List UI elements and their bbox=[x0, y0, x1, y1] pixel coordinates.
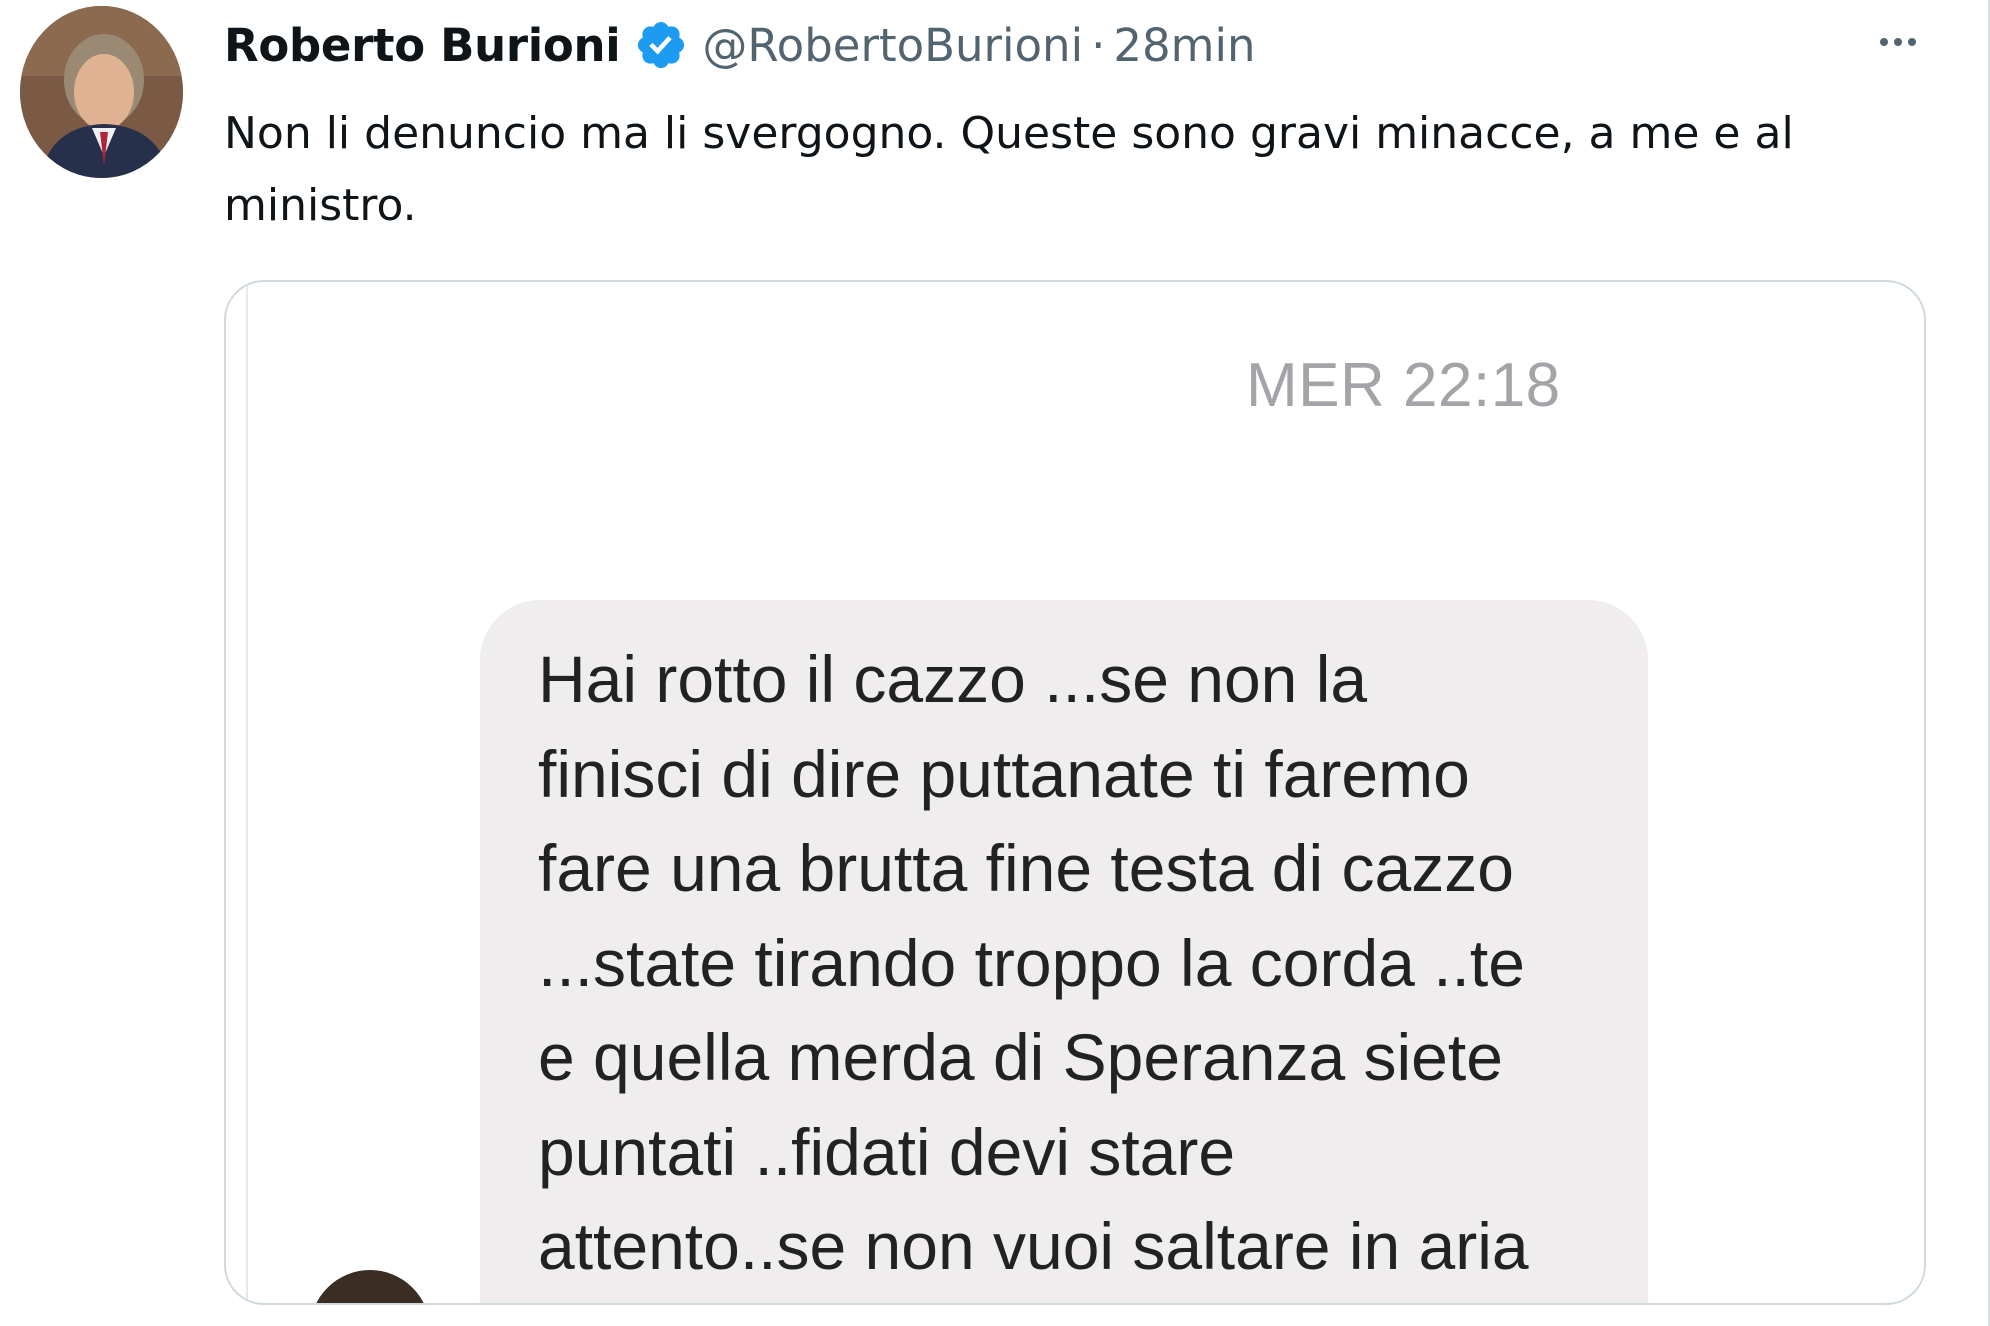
tweet-text: Non li denuncio ma li svergogno. Queste … bbox=[224, 108, 1794, 231]
sender-avatar bbox=[310, 1270, 430, 1303]
tweet-time[interactable]: 28min bbox=[1113, 19, 1255, 72]
tweet: Roberto Burioni @RobertoBurioni · 28min … bbox=[0, 0, 1990, 1326]
separator-dot: · bbox=[1091, 18, 1106, 72]
author-name[interactable]: Roberto Burioni bbox=[224, 19, 621, 72]
more-options-icon[interactable] bbox=[1866, 22, 1930, 62]
dot-2 bbox=[1894, 38, 1902, 46]
dot-1 bbox=[1880, 38, 1888, 46]
author-handle[interactable]: @RobertoBurioni bbox=[702, 19, 1083, 72]
tweet-header: Roberto Burioni @RobertoBurioni · 28min bbox=[224, 10, 1256, 80]
verified-badge-icon bbox=[638, 21, 685, 69]
avatar[interactable] bbox=[20, 6, 183, 178]
screenshot-edge bbox=[246, 282, 248, 1303]
dot-3 bbox=[1908, 38, 1916, 46]
tweet-media[interactable]: MER 22:18 Hai rotto il cazzo ...se non l… bbox=[224, 280, 1926, 1305]
message-text: Hai rotto il cazzo ...se non la finisci … bbox=[538, 642, 1529, 1283]
message-timestamp: MER 22:18 bbox=[1246, 351, 1561, 420]
avatar-photo bbox=[20, 6, 183, 178]
